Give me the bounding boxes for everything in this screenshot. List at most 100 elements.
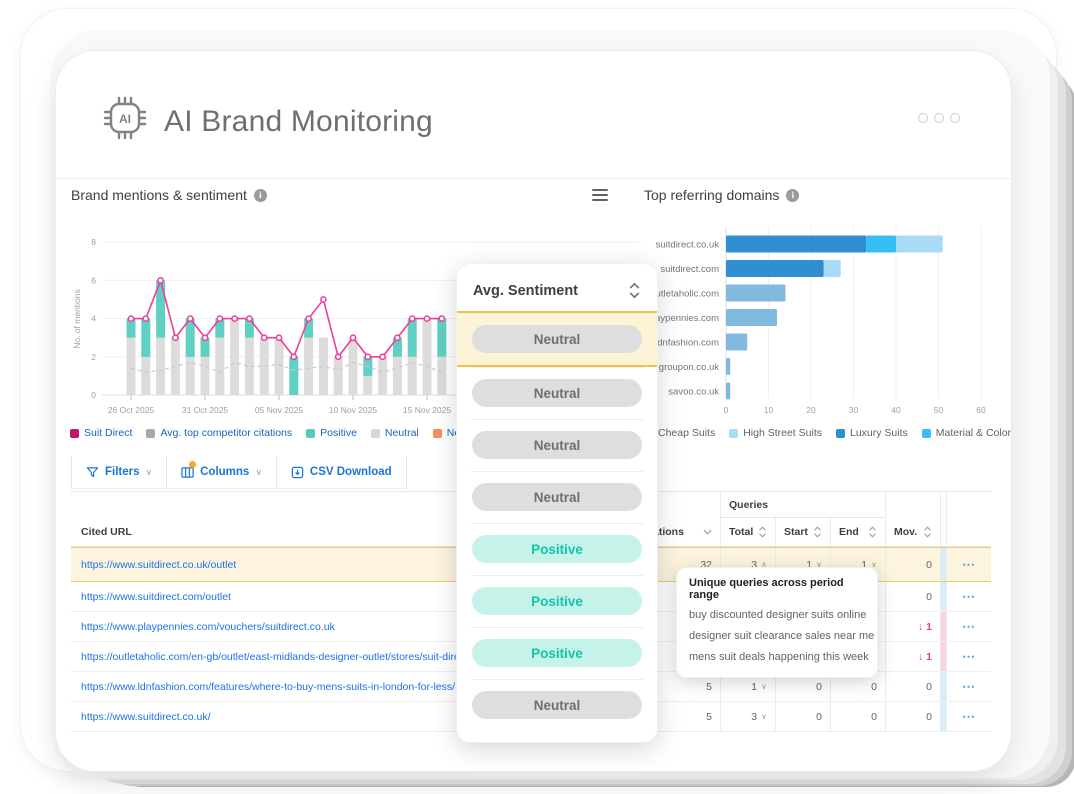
row-actions-button[interactable]: ⋯ [947,548,991,581]
mov-cell: 0 [886,582,941,611]
columns-button[interactable]: Columns ∨ [167,456,277,488]
row-actions-button[interactable]: ⋯ [947,642,991,671]
svg-text:26 Oct 2025: 26 Oct 2025 [108,405,155,415]
sentiment-row[interactable]: Positive [457,627,657,679]
tooltip-title: Unique queries across period range [689,577,844,601]
legend-item[interactable]: High Street Suits [729,427,822,439]
sentiment-row[interactable]: Neutral [457,679,657,731]
svg-text:0: 0 [91,390,96,400]
row-actions-button[interactable]: ⋯ [947,672,991,701]
sentiment-pill: Neutral [472,379,642,407]
svg-text:2: 2 [91,352,96,362]
unfold-sort-icon [759,526,766,538]
sentiment-pill: Positive [472,639,642,667]
svg-text:20: 20 [806,405,816,415]
row-actions-button[interactable]: ⋯ [947,612,991,641]
mov-cell: 0 [886,672,941,701]
start-cell[interactable]: 0 [776,702,831,731]
svg-text:suitdirect.com: suitdirect.com [660,264,719,275]
mentions-legend: Suit Direct Avg. top competitor citation… [70,427,488,439]
column-header-mov[interactable]: Mov. [886,518,941,546]
column-header-start[interactable]: Start [776,518,831,546]
sentiment-pill: Positive [472,535,642,563]
unfold-sort-icon [814,526,821,538]
filters-button[interactable]: Filters ∨ [72,456,168,488]
mov-cell: ↓ 1 [886,642,941,671]
svg-text:0: 0 [724,405,729,415]
header-divider [56,178,1011,179]
columns-badge-dot [189,461,197,468]
svg-text:10: 10 [764,405,774,415]
mov-cell: 0 [886,702,941,731]
svg-text:8: 8 [91,237,96,247]
queries-tooltip: Unique queries across period range buy d… [676,567,878,678]
cited-url-link[interactable]: https://outletaholic.com/en-gb/outlet/ea… [81,651,497,663]
info-icon[interactable]: i [253,188,267,202]
column-header-end[interactable]: End [831,518,886,546]
chevron-down-icon: ∨ [255,466,262,477]
row-actions-button[interactable]: ⋯ [947,582,991,611]
cited-url-link[interactable]: https://www.ldnfashion.com/features/wher… [81,681,455,693]
info-icon[interactable]: i [786,188,800,202]
end-cell[interactable]: 0 [831,702,886,731]
svg-text:ldnfashion.com: ldnfashion.com [655,338,719,349]
svg-text:30: 30 [849,405,859,415]
sentiment-row[interactable]: Positive [457,575,657,627]
column-header-total[interactable]: Total [721,518,776,546]
sentiment-row[interactable]: Neutral [457,367,657,419]
overflow-menu-dots[interactable] [918,113,960,123]
mov-cell: ↓ 1 [886,612,941,641]
mentions-section-title: Brand mentions & sentiment i [71,187,267,203]
svg-text:groupon.co.uk: groupon.co.uk [659,362,719,373]
chevron-down-icon: ∨ [145,466,153,477]
sentiment-pill: Neutral [472,483,642,511]
table-toolbar: Filters ∨ Columns ∨ CSV Download [71,456,407,489]
sentiment-pill: Neutral [472,691,642,719]
sentiment-pill: Positive [472,587,642,615]
legend-item[interactable]: Luxury Suits [836,427,908,439]
svg-text:6: 6 [91,275,96,285]
cited-url-link[interactable]: https://www.suitdirect.co.uk/outlet [81,559,236,571]
sentiment-row[interactable]: Neutral [457,471,657,523]
svg-text:10 Nov 2025: 10 Nov 2025 [329,405,377,415]
tooltip-query: designer suit clearance sales near me [689,630,875,642]
legend-item[interactable]: Avg. top competitor citations [146,427,292,439]
mov-cell: 0 [886,548,941,581]
tooltip-query: mens suit deals happening this week [689,651,869,663]
hamburger-menu-icon[interactable] [592,189,608,201]
sentiment-row[interactable]: Neutral [457,419,657,471]
cited-url-link[interactable]: https://www.playpennies.com/vouchers/sui… [81,621,335,633]
sentiment-row[interactable]: Positive [457,523,657,575]
domains-chart[interactable]: 0 10 20 30 40 50 60 suitdirect.co.uk suitdirect.… [641,219,1011,424]
svg-text:60: 60 [976,405,986,415]
sentiment-row[interactable]: Neutral [457,311,657,367]
total-cell[interactable]: 3 ∨ [721,702,776,731]
svg-text:AI: AI [119,112,131,126]
legend-item[interactable]: Suit Direct [70,427,132,439]
page-title: AI Brand Monitoring [164,105,433,138]
legend-item[interactable]: Material & Color [921,427,1011,439]
svg-text:outletaholic.com: outletaholic.com [650,289,719,300]
unfold-sort-icon [869,526,876,538]
svg-text:4: 4 [91,314,96,324]
svg-text:15 Nov 2025: 15 Nov 2025 [403,405,451,415]
svg-text:No. of mentions: No. of mentions [72,289,82,349]
cited-url-link[interactable]: https://www.suitdirect.co.uk/ [81,711,211,723]
csv-download-button[interactable]: CSV Download [277,456,407,488]
popup-title: Avg. Sentiment [473,282,579,299]
avg-sentiment-column-popup[interactable]: Avg. Sentiment Neutral Neutral Neutral N… [456,263,658,743]
unfold-sort-icon[interactable] [628,282,641,299]
filter-funnel-icon [86,466,99,477]
cited-url-link[interactable]: https://www.suitdirect.com/outlet [81,591,231,603]
svg-text:31 Oct 2025: 31 Oct 2025 [182,405,229,415]
tooltip-query: buy discounted designer suits online [689,609,867,621]
sentiment-pill: Neutral [472,431,642,459]
unfold-sort-icon [924,526,931,538]
svg-text:savoo.co.uk: savoo.co.uk [668,387,719,398]
main-card: AI AI Brand Monitoring Brand mentions & … [55,50,1012,772]
row-actions-button[interactable]: ⋯ [947,702,991,731]
svg-text:40: 40 [891,405,901,415]
legend-item[interactable]: Positive [306,427,357,439]
legend-item[interactable]: Neutral [370,427,419,439]
ai-chip-icon: AI [103,96,147,140]
